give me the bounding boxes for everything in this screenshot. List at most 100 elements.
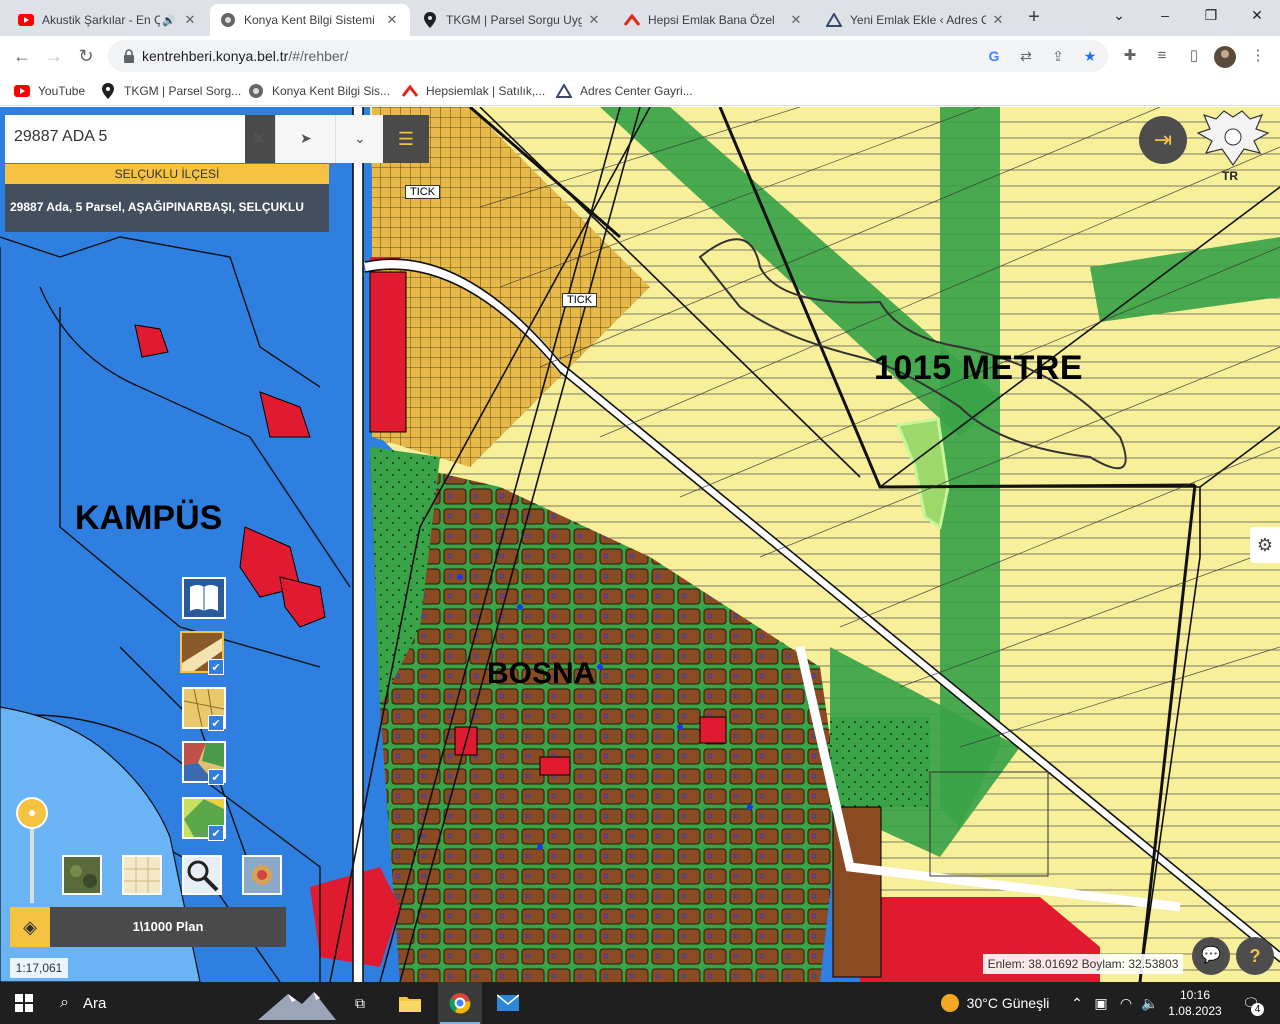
date-text: 1.08.2023 <box>1168 1004 1222 1018</box>
profile-avatar[interactable] <box>1214 46 1236 68</box>
task-view-button[interactable]: ⧉ <box>340 982 380 1024</box>
search-type-dropdown[interactable]: ⌄ <box>335 115 383 163</box>
bookmark-hepsiemlak[interactable]: Hepsiemlak | Satılık,... <box>402 82 545 100</box>
layer-checkbox[interactable]: ✔ <box>208 715 224 731</box>
opacity-slider-handle[interactable] <box>16 797 48 829</box>
tab-tkgm[interactable]: TKGM | Parsel Sorgu Uygu ✕ <box>412 4 612 36</box>
bookmark-youtube[interactable]: YouTube <box>14 82 85 100</box>
translate-icon[interactable]: ⇄ <box>1017 47 1035 65</box>
search-icon: ⌕ <box>60 994 69 1011</box>
tab-title: Konya Kent Bilgi Sistemi <box>244 13 375 27</box>
layers-icon[interactable]: ◈ <box>10 907 50 947</box>
extensions-icon[interactable]: ✚ <box>1120 46 1140 66</box>
pin-icon <box>100 83 116 99</box>
district-header: SELÇUKLU İLÇESİ <box>5 164 329 184</box>
tab-konya-kent[interactable]: Konya Kent Bilgi Sistemi ✕ <box>210 4 410 36</box>
layer-checkbox[interactable]: ✔ <box>208 825 224 841</box>
close-tab-icon[interactable]: ✕ <box>788 12 804 28</box>
close-tab-icon[interactable]: ✕ <box>384 12 400 28</box>
kent-icon <box>248 83 264 99</box>
bookmark-star-icon[interactable]: ★ <box>1081 47 1099 65</box>
bookmarks-bar: YouTube TKGM | Parsel Sorg... Konya Kent… <box>0 76 1280 106</box>
media-control-icon[interactable]: ≡ <box>1152 46 1172 66</box>
clock[interactable]: 10:16 1.08.2023 <box>1166 982 1224 1024</box>
folder-icon <box>399 997 421 1012</box>
basemap-satellite-thumbnail[interactable] <box>62 855 102 895</box>
forward-button[interactable]: → <box>40 42 68 70</box>
chrome-button[interactable] <box>438 982 482 1024</box>
help-button[interactable]: ? <box>1236 937 1274 975</box>
start-button[interactable] <box>0 982 48 1024</box>
taskbar-search[interactable]: ⌕ Ara <box>48 982 338 1024</box>
kent-icon <box>220 12 236 28</box>
locate-button[interactable]: ➤ <box>275 115 335 163</box>
share-icon[interactable]: ⇪ <box>1049 47 1067 65</box>
settings-button[interactable]: ⚙ <box>1250 527 1280 563</box>
heatmap-icon <box>244 857 280 893</box>
scale-indicator: 1:17,061 <box>10 958 68 978</box>
magnifier-icon <box>184 857 220 893</box>
tab-hepsiemlak[interactable]: Hepsi Emlak Bana Özel ✕ <box>614 4 814 36</box>
emblem-logo: TR <box>1196 109 1270 185</box>
address-bar[interactable]: kentrehberi.konya.bel.tr/#/rehber/ G ⇄ ⇪… <box>108 40 1108 72</box>
mail-button[interactable] <box>488 982 528 1024</box>
file-explorer-button[interactable] <box>390 982 430 1024</box>
device-icon[interactable]: ▣ <box>1092 982 1110 1024</box>
clear-search-icon[interactable]: ✕ <box>249 129 269 149</box>
tab-adrescenter[interactable]: Yeni Emlak Ekle ‹ Adres Ce ✕ <box>816 4 1016 36</box>
guide-book-button[interactable] <box>182 577 226 619</box>
maximize-button[interactable]: ❐ <box>1188 0 1234 32</box>
search-input[interactable]: 29887 ADA 5 <box>5 115 245 163</box>
hepsiemlak-icon <box>624 12 640 28</box>
browser-toolbar: ← → ↻ kentrehberi.konya.bel.tr/#/rehber/… <box>0 36 1280 76</box>
active-plan-bar[interactable]: ◈ 1\1000 Plan <box>10 907 286 947</box>
layer-checkbox[interactable]: ✔ <box>208 659 224 675</box>
weather-widget[interactable]: 30°C Güneşli <box>930 982 1060 1024</box>
show-hidden-icons-icon[interactable]: ⌃ <box>1068 982 1086 1024</box>
adrescenter-icon <box>556 83 572 99</box>
close-tab-icon[interactable]: ✕ <box>182 12 198 28</box>
reload-button[interactable]: ↻ <box>72 42 100 70</box>
speaker-icon: 🔊 <box>162 14 176 27</box>
pin-icon <box>422 12 438 28</box>
tick-label: TICK <box>405 185 441 199</box>
tab-search-button[interactable]: ⌄ <box>1096 0 1142 32</box>
google-icon[interactable]: G <box>985 47 1003 65</box>
menu-kebab-icon[interactable]: ⋮ <box>1248 46 1268 66</box>
close-tab-icon[interactable]: ✕ <box>990 12 1006 28</box>
layer-checkbox[interactable]: ✔ <box>208 769 224 785</box>
chat-button[interactable]: 💬 <box>1192 937 1230 975</box>
list-menu-button[interactable]: ☰ <box>383 115 429 163</box>
side-panel-icon[interactable]: ▯ <box>1184 46 1204 66</box>
basemap-street-thumbnail[interactable] <box>122 855 162 895</box>
notification-center-button[interactable]: 🗨 4 <box>1234 982 1268 1024</box>
tab-akustik[interactable]: Akustik Şarkılar - En Ç 🔊 ✕ <box>8 4 208 36</box>
login-button[interactable]: ⇥ <box>1139 116 1187 164</box>
basemap-search-thumbnail[interactable] <box>182 855 222 895</box>
bookmark-tkgm[interactable]: TKGM | Parsel Sorg... <box>100 82 241 100</box>
zoning-map-canvas[interactable] <box>0 107 1280 982</box>
navigation-arrow-icon: ➤ <box>300 130 312 146</box>
search-result-item[interactable]: 29887 Ada, 5 Parsel, AŞAĞIPINARBAŞI, SEL… <box>5 184 329 232</box>
sun-icon <box>940 994 959 1012</box>
mail-icon <box>497 994 519 1011</box>
back-button[interactable]: ← <box>8 42 36 70</box>
bookmark-adrescenter[interactable]: Adres Center Gayri... <box>556 82 693 100</box>
emblem-label: TR <box>1222 169 1238 183</box>
basemap-heat-thumbnail[interactable] <box>242 855 282 895</box>
wifi-icon[interactable]: ◠ <box>1116 982 1136 1024</box>
map-viewport[interactable]: 1015 METRE KAMPÜS BOSNA TICK TICK 29887 … <box>0 107 1280 982</box>
chat-bubble-icon: 💬 <box>1201 947 1221 964</box>
time-text: 10:16 <box>1179 988 1211 1002</box>
book-icon <box>184 579 224 617</box>
url-text[interactable]: kentrehberi.konya.bel.tr/#/rehber/ <box>142 48 348 64</box>
close-window-button[interactable]: ✕ <box>1234 0 1280 32</box>
volume-icon[interactable]: 🔈 <box>1140 982 1160 1024</box>
close-tab-icon[interactable]: ✕ <box>586 12 602 28</box>
tick-label: TICK <box>562 293 598 307</box>
opacity-slider-track[interactable] <box>30 819 34 903</box>
minimize-button[interactable]: – <box>1142 0 1188 32</box>
new-tab-button[interactable]: + <box>1022 6 1046 30</box>
coordinates-readout: Enlem: 38.01692 Boylam: 32.53803 <box>983 954 1183 974</box>
bookmark-konya-kent[interactable]: Konya Kent Bilgi Sis... <box>248 82 390 100</box>
